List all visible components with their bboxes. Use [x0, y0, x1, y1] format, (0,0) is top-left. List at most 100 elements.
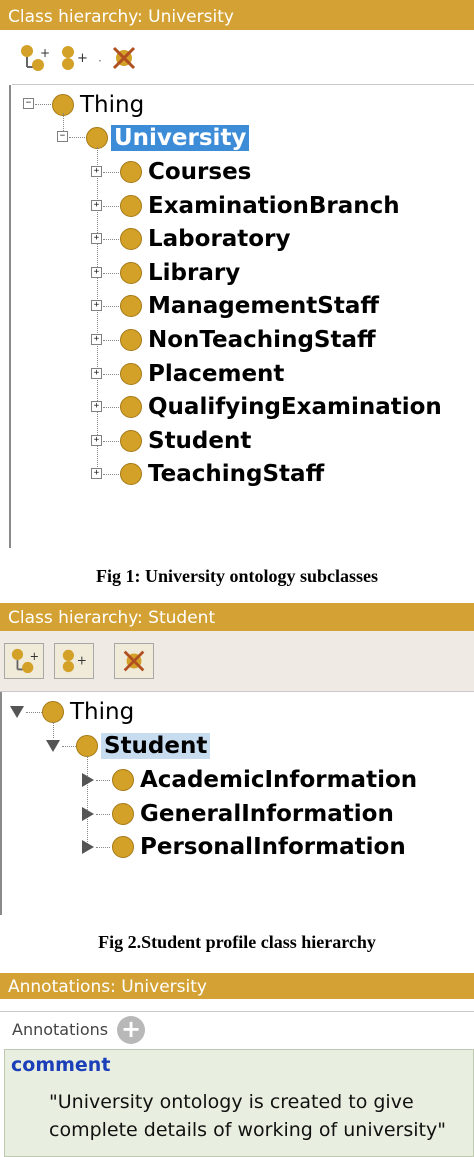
expand-toggle[interactable]: + — [91, 334, 102, 345]
tree-connector — [62, 746, 76, 747]
tree-connector — [96, 847, 110, 849]
tree-node-label: Placement — [148, 360, 285, 387]
tree-connector — [35, 104, 51, 105]
annotation-block: comment "University ontology is created … — [4, 1049, 474, 1157]
toolbar: + + · — [0, 32, 474, 82]
class-hierarchy-panel-university: Class hierarchy: University + + · − Thin… — [0, 0, 474, 548]
delete-class-button[interactable] — [114, 643, 154, 679]
svg-text:+: + — [30, 650, 39, 663]
add-sibling-button[interactable]: + — [54, 643, 94, 679]
add-subclass-icon: + — [21, 45, 50, 71]
tree-node-label: NonTeachingStaff — [148, 327, 376, 353]
tree-node-general-information[interactable]: GeneralInformation — [112, 798, 397, 830]
class-icon — [120, 295, 142, 318]
tree-node-student[interactable]: Student — [120, 425, 254, 457]
add-sibling-button[interactable]: + — [54, 40, 94, 76]
tree-node-qualifying-examination[interactable]: QualifyingExamination — [120, 391, 445, 423]
add-sibling-icon: + — [62, 46, 88, 70]
tree-connector — [69, 137, 85, 138]
tree-node-placement[interactable]: Placement — [120, 358, 287, 390]
tree-node-university[interactable]: University — [86, 122, 250, 154]
annotations-header: Annotations + — [0, 1011, 474, 1050]
annotation-property[interactable]: comment — [11, 1054, 110, 1076]
tree-node-examination-branch[interactable]: ExaminationBranch — [120, 190, 403, 222]
expand-toggle[interactable]: + — [91, 401, 102, 413]
tree-node-laboratory[interactable]: Laboratory — [120, 223, 293, 255]
tree-node-label-selected: Student — [101, 733, 211, 759]
class-icon — [42, 701, 64, 723]
tree-node-label: QualifyingExamination — [148, 394, 442, 421]
tree-node-label: PersonalInformation — [140, 834, 406, 861]
add-sibling-icon: + — [62, 649, 87, 673]
expand-toggle[interactable]: + — [91, 199, 102, 211]
class-icon — [76, 735, 98, 757]
tree-connector — [96, 780, 110, 781]
expand-toggle[interactable]: + — [91, 166, 102, 177]
tree-connector — [103, 239, 119, 241]
panel-title: Class hierarchy: University — [0, 0, 474, 30]
expand-arrow[interactable] — [82, 840, 94, 855]
annotation-value[interactable]: "University ontology is created to give … — [49, 1088, 446, 1144]
collapse-toggle[interactable]: − — [23, 98, 34, 109]
class-icon — [86, 127, 108, 149]
collapse-arrow[interactable] — [10, 706, 24, 718]
expand-toggle[interactable]: + — [91, 434, 102, 446]
delete-class-button[interactable] — [104, 40, 144, 76]
expand-arrow[interactable] — [82, 806, 94, 821]
tree-node-label-selected: University — [111, 125, 250, 151]
tree-area: Thing Student AcademicInformation General… — [2, 692, 474, 915]
tree-node-management-staff[interactable]: ManagementStaff — [120, 290, 382, 322]
class-icon — [120, 396, 142, 419]
expand-toggle[interactable]: + — [91, 300, 102, 312]
tree-node-label: GeneralInformation — [140, 800, 394, 827]
tree-node-library[interactable]: Library — [120, 257, 243, 289]
expand-toggle[interactable]: + — [91, 233, 102, 245]
tree-node-thing[interactable]: Thing — [42, 696, 137, 728]
tree-node-label: ManagementStaff — [148, 293, 380, 320]
tree-connector — [103, 272, 119, 274]
collapse-toggle[interactable]: − — [57, 131, 68, 142]
tree-connector — [103, 440, 119, 442]
tree-node-label: ExaminationBranch — [148, 192, 400, 219]
tree-connector — [103, 205, 119, 207]
tree-connector — [103, 306, 119, 308]
tree-node-label: Laboratory — [148, 226, 291, 253]
tree-node-courses[interactable]: Courses — [120, 156, 254, 188]
tree-node-teaching-staff[interactable]: TeachingStaff — [120, 458, 327, 490]
expand-toggle[interactable]: + — [91, 468, 102, 480]
figure-caption-1: Fig 1: University ontology subclasses — [95, 566, 378, 586]
tree-connector — [97, 147, 98, 477]
tree-connector — [103, 373, 119, 375]
tree-node-student[interactable]: Student — [76, 730, 211, 762]
tree-node-label: TeachingStaff — [148, 461, 325, 488]
svg-text:+: + — [40, 46, 50, 60]
class-icon — [120, 329, 142, 351]
class-icon — [120, 429, 142, 452]
tree-node-personal-information[interactable]: PersonalInformation — [112, 831, 409, 863]
add-annotation-button[interactable]: + — [117, 1016, 145, 1044]
tree-node-non-teaching-staff[interactable]: NonTeachingStaff — [120, 324, 379, 356]
tree-node-label: Thing — [70, 699, 135, 725]
collapse-arrow[interactable] — [46, 740, 60, 752]
tree-connector — [96, 813, 110, 815]
add-subclass-button[interactable]: + — [4, 643, 44, 679]
delete-class-icon — [112, 46, 136, 70]
tree-node-label: Student — [148, 427, 252, 454]
toolbar: + + — [0, 631, 474, 692]
expand-arrow[interactable] — [82, 773, 94, 787]
expand-toggle[interactable]: + — [91, 266, 102, 278]
annotations-panel: Annotations: University Annotations + co… — [0, 973, 474, 1157]
add-subclass-button[interactable]: + — [14, 40, 54, 76]
class-hierarchy-panel-student: Class hierarchy: Student + + Thing Stude… — [0, 603, 474, 915]
tree-connector — [26, 712, 42, 713]
annotation-value-line: complete details of working of universit… — [49, 1119, 446, 1141]
expand-toggle[interactable]: + — [91, 367, 102, 379]
tree-node-academic-information[interactable]: AcademicInformation — [112, 764, 420, 796]
annotation-value-line: "University ontology is created to give — [49, 1091, 414, 1113]
svg-text:+: + — [77, 654, 87, 668]
class-icon — [120, 228, 142, 251]
tree-connector — [103, 172, 119, 173]
tree-area: − Thing − University + Courses + Examinatio… — [12, 84, 474, 549]
class-icon — [120, 362, 142, 385]
tree-node-thing[interactable]: Thing — [52, 89, 147, 121]
